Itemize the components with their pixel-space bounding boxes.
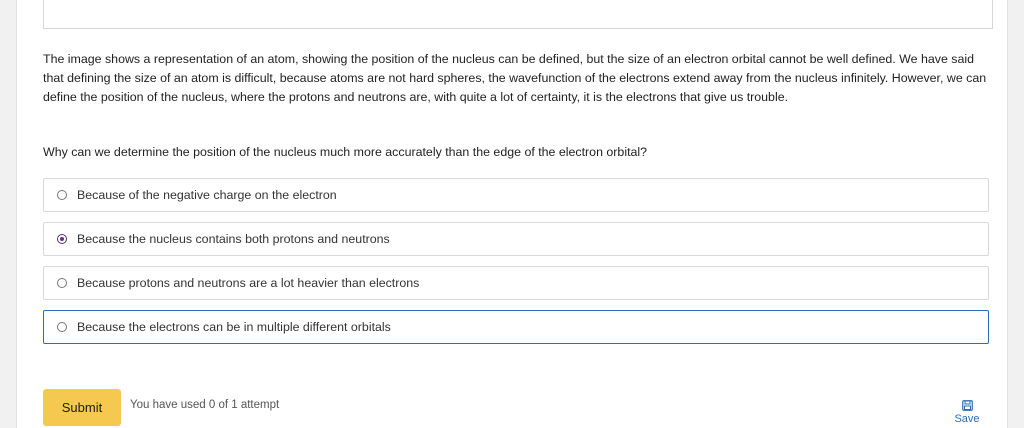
answer-option-label: Because protons and neutrons are a lot h… <box>77 276 420 290</box>
radio-button-3[interactable] <box>57 278 67 288</box>
atom-image-frame <box>43 0 993 29</box>
radio-button-2[interactable] <box>57 234 67 244</box>
attempts-counter: You have used 0 of 1 attempt <box>130 399 280 411</box>
answer-option-3[interactable]: Because protons and neutrons are a lot h… <box>43 266 989 300</box>
answer-option-label: Because the nucleus contains both proton… <box>77 232 390 246</box>
save-button[interactable]: Save <box>947 400 987 425</box>
save-label: Save <box>954 413 980 425</box>
problem-panel: The image shows a representation of an a… <box>16 0 1008 428</box>
answer-option-2[interactable]: Because the nucleus contains both proton… <box>43 222 989 256</box>
radio-button-4[interactable] <box>57 322 67 332</box>
answer-option-4[interactable]: Because the electrons can be in multiple… <box>43 310 989 344</box>
answer-option-label: Because of the negative charge on the el… <box>77 188 337 202</box>
answer-option-1[interactable]: Because of the negative charge on the el… <box>43 178 989 212</box>
save-icon <box>961 400 973 411</box>
submit-button[interactable]: Submit <box>43 389 121 426</box>
question-passage: The image shows a representation of an a… <box>43 52 987 104</box>
radio-button-1[interactable] <box>57 190 67 200</box>
question-prompt: Why can we determine the position of the… <box>43 145 648 159</box>
answer-option-label: Because the electrons can be in multiple… <box>77 320 391 334</box>
